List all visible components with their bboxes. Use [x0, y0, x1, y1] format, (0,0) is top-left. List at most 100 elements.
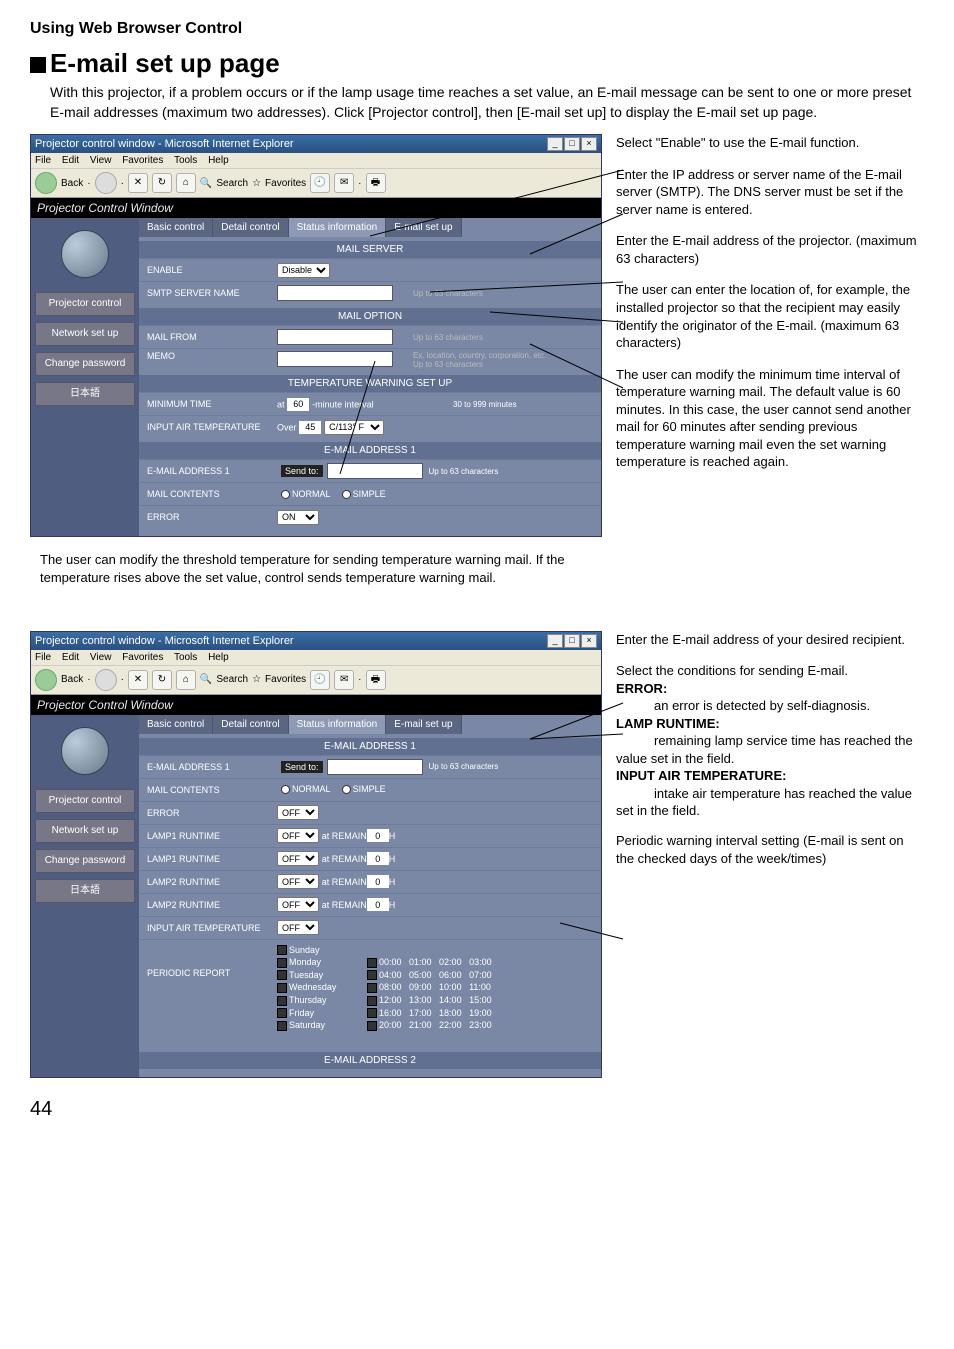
sidebar-japanese[interactable]: 日本語	[35, 382, 135, 406]
chk-thu[interactable]	[277, 996, 287, 1006]
favorites-icon[interactable]: ☆	[252, 674, 261, 685]
input-remain-1[interactable]	[367, 829, 389, 842]
search-icon[interactable]: 🔍	[200, 674, 212, 685]
chk-mon[interactable]	[277, 958, 287, 968]
input-remain-2[interactable]	[367, 852, 389, 865]
select-lamp2rt2[interactable]: OFF	[277, 897, 319, 912]
maximize-icon[interactable]: □	[564, 634, 580, 648]
sidebar-network-setup[interactable]: Network set up	[35, 819, 135, 843]
time-grid[interactable]: 00:00 01:00 02:00 03:00 04:00 05:00 06:0…	[367, 944, 492, 1045]
chk-fri[interactable]	[277, 1008, 287, 1018]
forward-icon[interactable]	[95, 669, 117, 691]
mail-icon[interactable]: ✉	[334, 670, 354, 690]
chk-sat[interactable]	[277, 1021, 287, 1031]
history-icon[interactable]: 🕘	[310, 670, 330, 690]
print-icon[interactable]: 🖶	[366, 670, 386, 690]
h-lamp: LAMP RUNTIME:	[616, 716, 720, 731]
sidebar-japanese[interactable]: 日本語	[35, 879, 135, 903]
stop-icon[interactable]: ✕	[128, 173, 148, 193]
select-temp-unit[interactable]: C/113° F	[324, 420, 384, 435]
txt-normal: NORMAL	[292, 489, 331, 499]
day-tue: Tuesday	[289, 970, 323, 980]
minimize-icon[interactable]: _	[547, 634, 563, 648]
close-icon[interactable]: ×	[581, 137, 597, 151]
refresh-icon[interactable]: ↻	[152, 173, 172, 193]
menu-tools[interactable]: Tools	[174, 155, 197, 166]
menu-tools[interactable]: Tools	[174, 652, 197, 663]
menu-favorites[interactable]: Favorites	[122, 652, 163, 663]
select-enable[interactable]: Disable	[277, 263, 330, 278]
print-icon[interactable]: 🖶	[366, 173, 386, 193]
menu-file[interactable]: File	[35, 155, 51, 166]
tab-status[interactable]: Status information	[289, 715, 387, 734]
day-wed: Wednesday	[289, 982, 336, 992]
menu-view[interactable]: View	[90, 155, 112, 166]
home-icon[interactable]: ⌂	[176, 670, 196, 690]
select-lamp2rt1[interactable]: OFF	[277, 874, 319, 889]
close-icon[interactable]: ×	[581, 634, 597, 648]
history-icon[interactable]: 🕘	[310, 173, 330, 193]
input-remain-4[interactable]	[367, 898, 389, 911]
tab-detail[interactable]: Detail control	[213, 218, 288, 237]
radio-normal[interactable]	[281, 490, 290, 499]
input-temp-value[interactable]	[299, 421, 321, 434]
tab-basic[interactable]: Basic control	[139, 715, 213, 734]
tab-email[interactable]: E-mail set up	[386, 715, 461, 734]
input-remain-3[interactable]	[367, 875, 389, 888]
forward-icon[interactable]	[95, 172, 117, 194]
select-error-b[interactable]: OFF	[277, 805, 319, 820]
menu-favorites[interactable]: Favorites	[122, 155, 163, 166]
back-label[interactable]: Back	[61, 674, 83, 685]
refresh-icon[interactable]: ↻	[152, 670, 172, 690]
radio-simple-b[interactable]	[342, 785, 351, 794]
callout-smtp: Enter the IP address or server name of t…	[616, 166, 924, 219]
tab-status[interactable]: Status information	[289, 218, 387, 237]
chk-wed[interactable]	[277, 983, 287, 993]
menu-bar: File Edit View Favorites Tools Help	[31, 153, 601, 169]
menu-edit[interactable]: Edit	[62, 652, 79, 663]
home-icon[interactable]: ⌂	[176, 173, 196, 193]
sidebar-change-password[interactable]: Change password	[35, 352, 135, 376]
menu-edit[interactable]: Edit	[62, 155, 79, 166]
radio-normal-b[interactable]	[281, 785, 290, 794]
menu-file[interactable]: File	[35, 652, 51, 663]
search-icon[interactable]: 🔍	[200, 178, 212, 189]
back-icon[interactable]	[35, 172, 57, 194]
favorites-icon[interactable]: ☆	[252, 178, 261, 189]
day-mon: Monday	[289, 957, 321, 967]
input-mail-from[interactable]	[277, 329, 393, 345]
tab-detail[interactable]: Detail control	[213, 715, 288, 734]
menu-help[interactable]: Help	[208, 155, 229, 166]
menu-help[interactable]: Help	[208, 652, 229, 663]
minimize-icon[interactable]: _	[547, 137, 563, 151]
txt-h-4: H	[389, 900, 396, 910]
maximize-icon[interactable]: □	[564, 137, 580, 151]
sidebar-change-password[interactable]: Change password	[35, 849, 135, 873]
tab-basic[interactable]: Basic control	[139, 218, 213, 237]
sidebar-network-setup[interactable]: Network set up	[35, 322, 135, 346]
tab-email[interactable]: E-mail set up	[386, 218, 461, 237]
input-min-time[interactable]	[287, 398, 309, 411]
day-thu: Thursday	[289, 995, 327, 1005]
input-memo[interactable]	[277, 351, 393, 367]
window-titlebar: Projector control window - Microsoft Int…	[31, 135, 601, 153]
stop-icon[interactable]: ✕	[128, 670, 148, 690]
sidebar-projector-control[interactable]: Projector control	[35, 789, 135, 813]
input-addr1-b[interactable]	[327, 759, 423, 775]
input-addr1[interactable]	[327, 463, 423, 479]
back-label[interactable]: Back	[61, 178, 83, 189]
back-icon[interactable]	[35, 669, 57, 691]
sidebar-projector-control[interactable]: Projector control	[35, 292, 135, 316]
chk-sun[interactable]	[277, 945, 287, 955]
menu-view[interactable]: View	[90, 652, 112, 663]
chk-tue[interactable]	[277, 970, 287, 980]
select-iat[interactable]: OFF	[277, 920, 319, 935]
select-lamp1rt2[interactable]: OFF	[277, 851, 319, 866]
window-title-2: Projector control window - Microsoft Int…	[35, 635, 294, 647]
select-lamp1rt1[interactable]: OFF	[277, 828, 319, 843]
select-error[interactable]: ON	[277, 510, 319, 525]
browser-window-1: Projector control window - Microsoft Int…	[30, 134, 602, 537]
input-smtp[interactable]	[277, 285, 393, 301]
mail-icon[interactable]: ✉	[334, 173, 354, 193]
radio-simple[interactable]	[342, 490, 351, 499]
